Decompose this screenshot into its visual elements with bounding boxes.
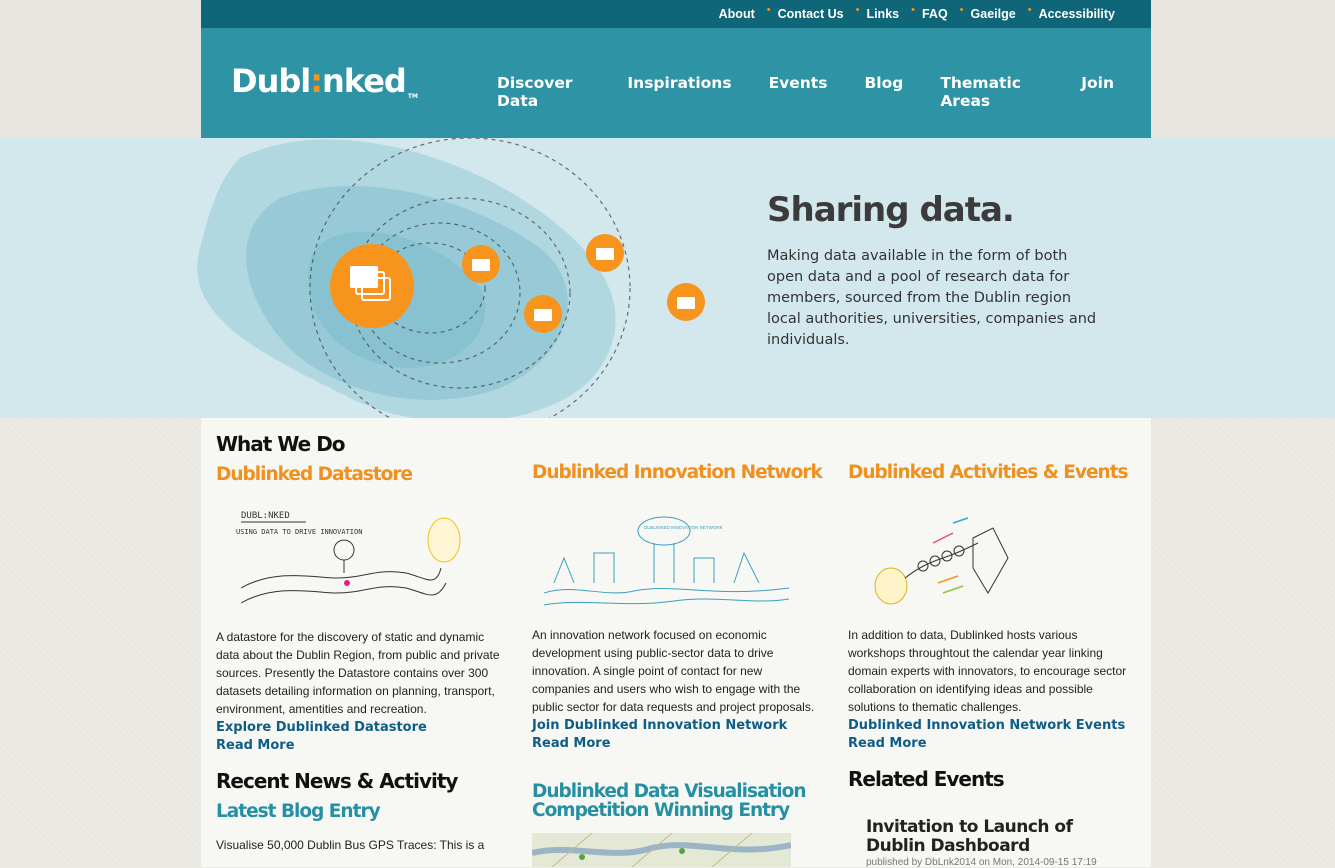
what-we-do-heading: What We Do xyxy=(216,432,346,456)
about-link[interactable]: About xyxy=(719,7,755,21)
activities-description: In addition to data, Dublinked hosts var… xyxy=(848,628,1127,714)
innovation-network-description: An innovation network focused on economi… xyxy=(532,628,815,714)
nav-inspirations[interactable]: Inspirations xyxy=(627,74,731,110)
main-content: What We Do Dublinked Datastore DUBL:NKED… xyxy=(201,418,1151,867)
event-meta: published by DbLnk2014 on Mon, 2014-09-1… xyxy=(866,857,1097,868)
faq-link[interactable]: FAQ xyxy=(922,7,948,21)
hero-description: Making data available in the form of bot… xyxy=(767,248,1097,348)
links-link[interactable]: Links xyxy=(866,7,899,21)
nav-events[interactable]: Events xyxy=(769,74,828,110)
contact-us-link[interactable]: Contact Us xyxy=(778,7,844,21)
svg-text:USING DATA TO DRIVE INNOVATION: USING DATA TO DRIVE INNOVATION xyxy=(236,528,362,536)
network-read-more-link[interactable]: Read More xyxy=(532,736,611,751)
separator-dot: • xyxy=(855,4,860,16)
visualisation-map-image[interactable] xyxy=(532,833,791,867)
separator-dot: • xyxy=(1027,4,1032,16)
activities-illustration xyxy=(874,517,1009,605)
separator-dot: • xyxy=(766,4,771,16)
logo-trademark: TM xyxy=(407,93,418,100)
innovation-network-illustration: DUBLINKED INNOVATION NETWORK xyxy=(544,516,790,606)
innovation-network-heading[interactable]: Dublinked Innovation Network xyxy=(532,462,823,483)
visualisation-heading-line1: Dublinked Data Visualisation xyxy=(532,781,807,802)
nav-join[interactable]: Join xyxy=(1081,74,1114,110)
hero-title: Sharing data. xyxy=(767,190,1015,230)
svg-text:DUBL:NKED: DUBL:NKED xyxy=(241,511,290,521)
event-title-link[interactable]: Invitation to Launch of Dublin Dashboard xyxy=(866,818,1131,856)
gaeilge-link[interactable]: Gaeilge xyxy=(971,7,1016,21)
activities-events-heading[interactable]: Dublinked Activities & Events xyxy=(848,462,1129,483)
explore-datastore-link[interactable]: Explore Dublinked Datastore xyxy=(216,720,427,735)
datastore-heading[interactable]: Dublinked Datastore xyxy=(216,464,413,485)
join-network-link[interactable]: Join Dublinked Innovation Network xyxy=(532,718,787,733)
accessibility-link[interactable]: Accessibility xyxy=(1039,7,1115,21)
related-events-heading: Related Events xyxy=(848,767,1005,791)
hero-illustration xyxy=(0,138,1335,418)
separator-dot: • xyxy=(959,4,964,16)
dublinked-logo[interactable]: Dubl:nked TM xyxy=(231,62,418,100)
main-nav: Discover Data Inspirations Events Blog T… xyxy=(497,74,1151,110)
separator-dot: • xyxy=(911,4,915,16)
hero-banner xyxy=(0,138,1335,418)
logo-colon: : xyxy=(310,62,323,100)
utility-links: About • Contact Us • Links • FAQ • Gaeil… xyxy=(719,0,1115,28)
recent-news-heading: Recent News & Activity xyxy=(216,769,458,793)
datastore-description: A datastore for the discovery of static … xyxy=(216,630,500,716)
nav-thematic-areas[interactable]: Thematic Areas xyxy=(940,74,1044,110)
datastore-illustration: DUBL:NKED USING DATA TO DRIVE INNOVATION xyxy=(236,511,461,604)
datastore-read-more-link[interactable]: Read More xyxy=(216,738,295,753)
svg-text:DUBLINKED INNOVATION NETWORK: DUBLINKED INNOVATION NETWORK xyxy=(644,525,723,530)
visualisation-heading-line2: Competition Winning Entry xyxy=(532,800,790,821)
logo-text-a: Dubl xyxy=(231,62,311,100)
nav-blog[interactable]: Blog xyxy=(864,74,903,110)
logo-text-b: nked xyxy=(322,62,407,100)
blog-excerpt: Visualise 50,000 Dublin Bus GPS Traces: … xyxy=(216,838,485,852)
nav-discover-data[interactable]: Discover Data xyxy=(497,74,590,110)
latest-blog-heading[interactable]: Latest Blog Entry xyxy=(216,801,381,822)
utility-bar: About • Contact Us • Links • FAQ • Gaeil… xyxy=(201,0,1151,28)
visualisation-heading[interactable]: Dublinked Data Visualisation Competition … xyxy=(532,781,807,821)
large-folder-icon xyxy=(330,244,414,328)
network-events-link[interactable]: Dublinked Innovation Network Events xyxy=(848,718,1125,733)
activities-read-more-link[interactable]: Read More xyxy=(848,736,927,751)
main-header: Dubl:nked TM Discover Data Inspirations E… xyxy=(201,28,1151,138)
